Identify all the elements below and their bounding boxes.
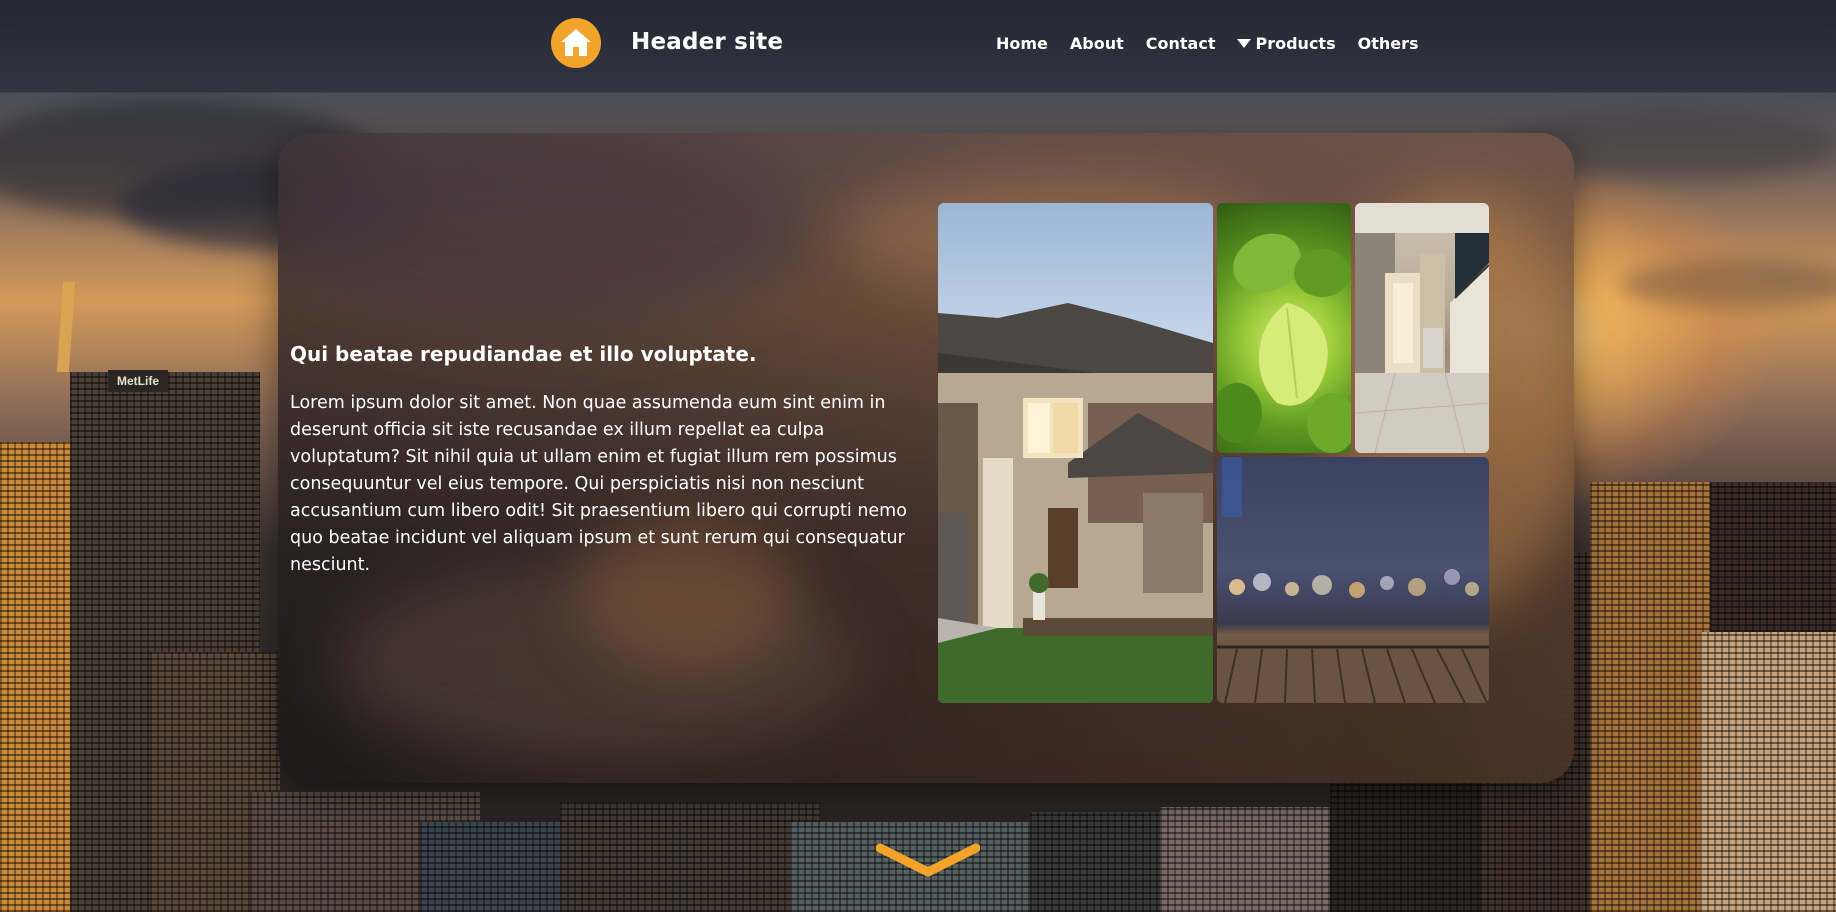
bokeh-illustration [1217,457,1489,703]
site-header: Header site Home About Contact Products … [0,0,1836,93]
nav-contact[interactable]: Contact [1146,34,1216,53]
nav-others[interactable]: Others [1358,34,1419,53]
section-headline: Qui beatae repudiandae et illo voluptate… [290,342,757,366]
hallway-illustration [1355,203,1489,453]
house-photo[interactable] [938,203,1213,703]
leaf-photo[interactable] [1217,203,1351,453]
section-paragraph: Lorem ipsum dolor sit amet. Non quae ass… [290,393,907,575]
house-illustration [938,303,1213,703]
night-bokeh-photo[interactable] [1217,457,1489,703]
home-icon[interactable] [551,18,601,68]
nav-products-label: Products [1255,34,1336,53]
nav-about[interactable]: About [1070,34,1124,53]
nav-home[interactable]: Home [996,34,1048,53]
nav-products-dropdown[interactable]: Products [1237,34,1336,53]
leaf-illustration [1217,233,1351,453]
site-title[interactable]: Header site [631,29,783,55]
caret-down-icon [1237,39,1252,48]
intro-text: Qui beatae repudiandae et illo voluptate… [290,342,920,579]
main-nav: Home About Contact Products Others [996,34,1441,53]
house-glyph [561,29,591,56]
hallway-photo[interactable] [1355,203,1489,453]
chevron-down-icon[interactable] [875,842,981,878]
